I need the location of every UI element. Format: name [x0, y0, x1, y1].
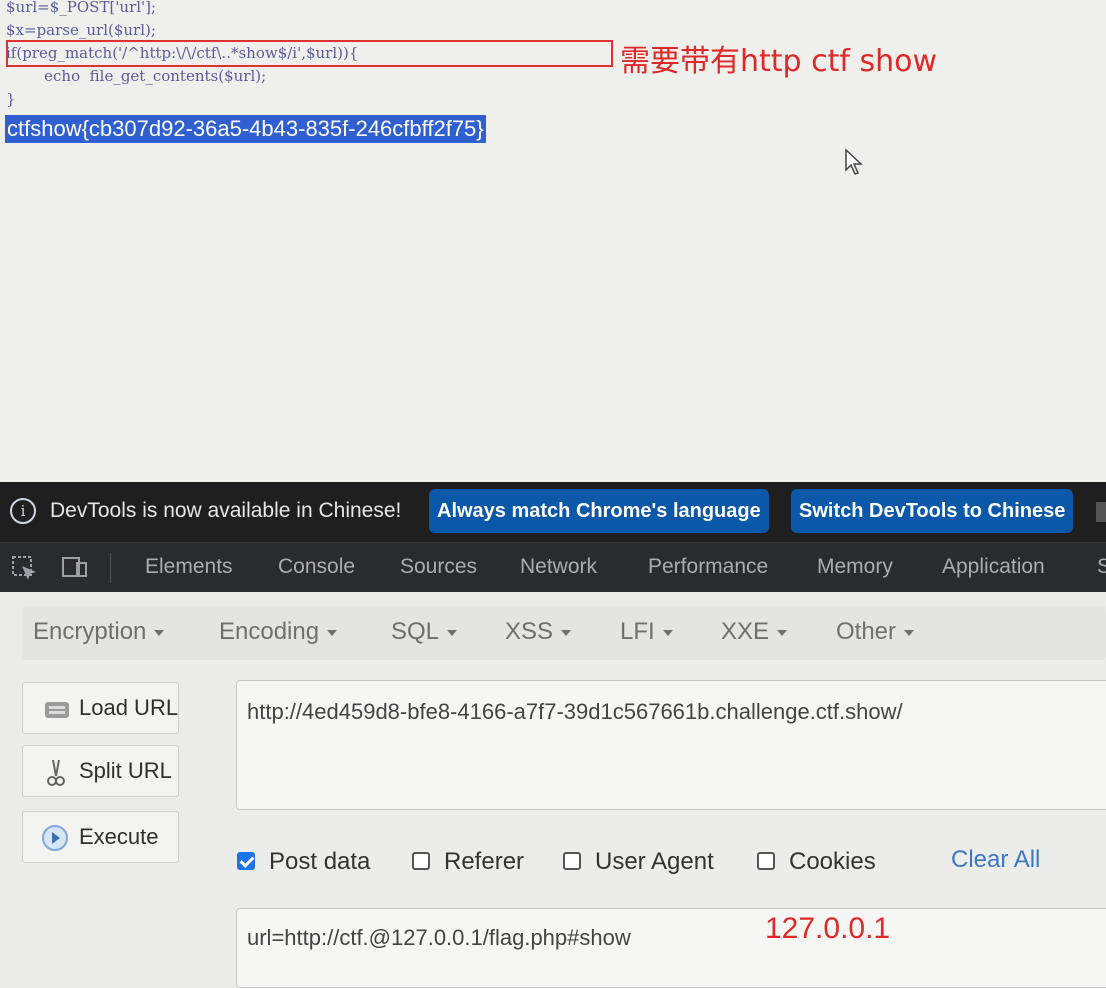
page-content: $url=$_POST['url']; $x=parse_url($url); …: [0, 0, 1106, 482]
highlight-box: [6, 40, 613, 67]
flag-output[interactable]: ctfshow{cb307d92-36a5-4b43-835f-246cfbff…: [5, 115, 486, 143]
caret-down-icon: [662, 629, 673, 636]
annotation-top: 需要带有http ctf show: [620, 44, 938, 79]
clear-all-link[interactable]: Clear All: [951, 846, 1040, 874]
referer-option[interactable]: Referer: [412, 848, 524, 876]
menu-xss[interactable]: XSS: [505, 618, 572, 646]
tabbar-separator: [110, 553, 111, 583]
post-data-label: Post data: [269, 848, 371, 875]
user-agent-label: User Agent: [595, 848, 714, 875]
post-data-checkbox[interactable]: [237, 851, 255, 870]
load-url-button[interactable]: Load URL: [22, 682, 179, 734]
menu-xss-label: XSS: [505, 618, 554, 645]
code-line-4: echo file_get_contents($url);: [6, 67, 267, 85]
menu-lfi[interactable]: LFI: [620, 618, 673, 646]
menu-sql-label: SQL: [391, 618, 440, 645]
menu-encoding[interactable]: Encoding: [219, 618, 338, 646]
caret-down-icon: [327, 629, 338, 636]
caret-down-icon: [904, 629, 915, 636]
tab-console[interactable]: Console: [278, 555, 355, 579]
switch-devtools-chinese-button[interactable]: Switch DevTools to Chinese: [791, 489, 1074, 533]
tab-sources[interactable]: Sources: [400, 555, 477, 579]
tab-performance[interactable]: Performance: [648, 555, 768, 579]
post-data-option[interactable]: Post data: [237, 848, 370, 876]
load-url-icon: [45, 702, 69, 718]
menu-sql[interactable]: SQL: [391, 618, 458, 646]
user-agent-checkbox[interactable]: [563, 851, 581, 870]
scissors-icon: [47, 759, 65, 786]
tab-truncated[interactable]: S: [1097, 555, 1106, 579]
referer-checkbox[interactable]: [412, 851, 430, 870]
menu-lfi-label: LFI: [620, 618, 655, 645]
devtools-language-infobar: i DevTools is now available in Chinese! …: [0, 482, 1106, 542]
tab-network[interactable]: Network: [520, 555, 597, 579]
tab-memory[interactable]: Memory: [817, 555, 893, 579]
caret-down-icon: [154, 629, 165, 636]
user-agent-option[interactable]: User Agent: [563, 848, 714, 876]
url-value: http://4ed459d8-bfe8-4166-a7f7-39d1c5676…: [247, 699, 903, 724]
execute-button[interactable]: Execute: [22, 811, 179, 863]
menu-encryption[interactable]: Encryption: [33, 618, 165, 646]
code-line-1: $url=$_POST['url'];: [6, 0, 157, 16]
devtools-tabbar: Elements Console Sources Network Perform…: [0, 542, 1106, 593]
split-url-label: Split URL: [79, 758, 172, 783]
post-data-value: url=http://ctf.@127.0.0.1/flag.php#show: [247, 925, 631, 950]
caret-down-icon: [447, 629, 458, 636]
infobar-more-indicator: [1096, 502, 1106, 522]
load-url-label: Load URL: [79, 695, 179, 720]
url-textarea[interactable]: http://4ed459d8-bfe8-4166-a7f7-39d1c5676…: [236, 680, 1106, 810]
mouse-cursor-icon: [845, 148, 863, 175]
referer-label: Referer: [444, 848, 525, 875]
info-icon: i: [10, 498, 36, 524]
cookies-label: Cookies: [789, 848, 876, 875]
play-icon: [42, 825, 68, 851]
code-line-5: }: [6, 90, 16, 108]
code-line-2: $x=parse_url($url);: [6, 21, 156, 39]
tab-elements[interactable]: Elements: [145, 555, 233, 579]
menu-other-label: Other: [836, 618, 897, 645]
always-match-language-button[interactable]: Always match Chrome's language: [429, 489, 769, 533]
menu-encryption-label: Encryption: [33, 618, 147, 645]
infobar-message: DevTools is now available in Chinese!: [50, 499, 402, 522]
inspect-element-icon[interactable]: [10, 554, 40, 582]
menu-other[interactable]: Other: [836, 618, 915, 646]
cookies-option[interactable]: Cookies: [757, 848, 876, 876]
device-toolbar-icon[interactable]: [60, 554, 90, 582]
annotation-post: 127.0.0.1: [765, 912, 891, 945]
execute-label: Execute: [79, 824, 159, 849]
menu-xxe[interactable]: XXE: [721, 618, 788, 646]
hackbar-menubar: Encryption Encoding SQL XSS LFI XXE Othe…: [22, 606, 1106, 660]
cookies-checkbox[interactable]: [757, 851, 775, 870]
split-url-button[interactable]: Split URL: [22, 745, 179, 797]
caret-down-icon: [777, 629, 788, 636]
hackbar-panel: Encryption Encoding SQL XSS LFI XXE Othe…: [0, 592, 1106, 988]
menu-xxe-label: XXE: [721, 618, 770, 645]
menu-encoding-label: Encoding: [219, 618, 320, 645]
post-data-textarea[interactable]: url=http://ctf.@127.0.0.1/flag.php#show: [236, 908, 1106, 988]
caret-down-icon: [561, 629, 572, 636]
tab-application[interactable]: Application: [942, 555, 1045, 579]
